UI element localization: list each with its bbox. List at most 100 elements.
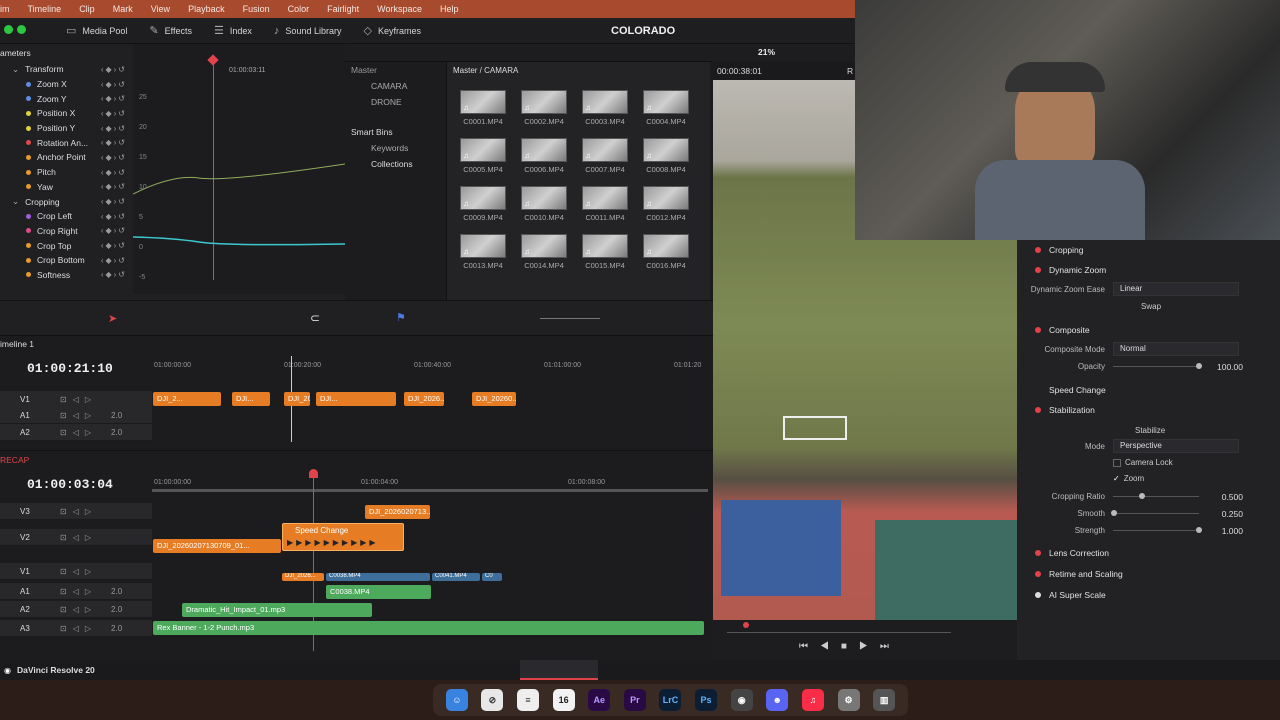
- media-thumbnail[interactable]: C0009.MP4: [453, 186, 513, 222]
- track-header[interactable]: A2 ⊡◁▷ 2.0: [0, 424, 152, 441]
- opacity-slider[interactable]: [1113, 363, 1202, 369]
- zoom-checkbox[interactable]: ✓ Zoom: [1113, 474, 1144, 483]
- photoshop-icon[interactable]: Ps: [695, 689, 718, 711]
- settings-icon[interactable]: ⚙: [837, 689, 860, 711]
- checkbox-icon[interactable]: [1113, 458, 1121, 467]
- keyframe-controls-icon[interactable]: ‹◆›↺: [101, 270, 127, 279]
- transport-controls[interactable]: ⏮◀■▶⏭: [799, 641, 901, 652]
- slider-knob[interactable]: [1196, 527, 1202, 533]
- keyframe-controls-icon[interactable]: ‹◆›↺: [101, 212, 127, 221]
- track-controls-icon[interactable]: ⊡◁▷: [60, 395, 97, 404]
- menu-item[interactable]: Color: [288, 4, 310, 14]
- track-header[interactable]: V3 ⊡◁▷: [0, 503, 152, 520]
- after-effects-icon[interactable]: Ae: [588, 689, 611, 711]
- bin-drone[interactable]: DRONE: [345, 94, 446, 110]
- clip-a1[interactable]: C0038.MP4: [326, 585, 431, 599]
- track-header[interactable]: V2 ⊡◁▷: [0, 529, 152, 546]
- media-thumbnail[interactable]: C0006.MP4: [514, 138, 574, 174]
- zoom-slider[interactable]: [540, 318, 600, 319]
- slider-knob[interactable]: [1111, 510, 1117, 516]
- flag-icon[interactable]: ⚑: [396, 311, 406, 324]
- media-thumbnail[interactable]: C0005.MP4: [453, 138, 513, 174]
- cropping-ratio-value[interactable]: 0.500: [1207, 492, 1243, 502]
- cropping-ratio-slider[interactable]: [1113, 493, 1199, 499]
- clip-v3[interactable]: DJI_2026020713...: [365, 505, 430, 519]
- track-controls-icon[interactable]: ⊡◁▷: [60, 533, 97, 542]
- media-thumbnail[interactable]: C0003.MP4: [575, 90, 635, 126]
- media-pool-button[interactable]: ▭ Media Pool: [66, 24, 127, 37]
- track-controls-icon[interactable]: ⊡◁▷: [60, 567, 97, 576]
- effects-button[interactable]: ✎ Effects: [149, 24, 192, 37]
- enable-dot-icon[interactable]: [1035, 267, 1041, 273]
- stabilization-section[interactable]: Stabilization: [1017, 400, 1280, 420]
- track-header[interactable]: V1 ⊡◁▷: [0, 391, 152, 408]
- media-thumbnail[interactable]: C0016.MP4: [636, 234, 696, 270]
- notes-icon[interactable]: ≡: [517, 689, 540, 711]
- keyframe-controls-icon[interactable]: ‹◆›↺: [101, 241, 127, 250]
- slider-knob[interactable]: [1139, 493, 1145, 499]
- cropping-section[interactable]: Cropping: [1017, 240, 1280, 260]
- timeline-clip[interactable]: DJI_2026...: [404, 392, 444, 406]
- menu-item[interactable]: Playback: [188, 4, 225, 14]
- enable-dot-icon[interactable]: [1035, 247, 1041, 253]
- master-bin[interactable]: Master: [345, 62, 446, 78]
- media-thumbnail[interactable]: C0012.MP4: [636, 186, 696, 222]
- keyframe-controls-icon[interactable]: ‹◆›↺: [101, 197, 127, 206]
- window-control-icon[interactable]: [4, 25, 13, 34]
- media-thumbnail[interactable]: C0002.MP4: [514, 90, 574, 126]
- strength-value[interactable]: 1.000: [1207, 526, 1243, 536]
- keyframe-controls-icon[interactable]: ‹◆›↺: [101, 80, 127, 89]
- clip-a2[interactable]: Dramatic_Hit_Impact_01.mp3: [182, 603, 372, 617]
- track-header[interactable]: A3 ⊡◁▷ 2.0: [0, 620, 152, 637]
- keyframe-controls-icon[interactable]: ‹◆›↺: [101, 124, 127, 133]
- chevron-down-icon[interactable]: ⌄: [12, 196, 19, 207]
- clip-v2[interactable]: DJI_20260207130709_01...: [153, 539, 281, 553]
- track-header[interactable]: V1 ⊡◁▷: [0, 563, 152, 580]
- slider-knob[interactable]: [1196, 363, 1202, 369]
- selection-tool-icon[interactable]: ➤: [108, 312, 117, 325]
- menu-item[interactable]: Mark: [113, 4, 133, 14]
- track-header[interactable]: A1 ⊡◁▷ 2.0: [0, 583, 152, 600]
- timeline-1-ruler[interactable]: 01:00:00:00 01:00:20:00 01:00:40:00 01:01:0…: [152, 362, 708, 376]
- checkmark-icon[interactable]: ✓: [1113, 474, 1120, 483]
- keyframe-controls-icon[interactable]: ‹◆›↺: [101, 226, 127, 235]
- window-control-icon[interactable]: [17, 25, 26, 34]
- keyframe-controls-icon[interactable]: ‹◆›↺: [101, 138, 127, 147]
- track-controls-icon[interactable]: ⊡◁▷: [60, 605, 97, 614]
- playhead-handle[interactable]: [309, 469, 318, 478]
- speed-change-clip[interactable]: Speed Change ▶▶▶▶▶▶▶▶▶▶: [282, 523, 404, 551]
- premiere-icon[interactable]: Pr: [623, 689, 646, 711]
- snap-icon[interactable]: ⊂: [310, 311, 320, 325]
- media-thumbnail[interactable]: C0015.MP4: [575, 234, 635, 270]
- keyframe-controls-icon[interactable]: ‹◆›↺: [101, 109, 127, 118]
- edit-page-tab[interactable]: [520, 660, 598, 680]
- menu-item[interactable]: im: [0, 4, 10, 14]
- timeline-clip[interactable]: DJI_2026...: [284, 392, 310, 406]
- composite-section[interactable]: Composite: [1017, 320, 1280, 340]
- timeline-clip[interactable]: DJI...: [232, 392, 270, 406]
- scrub-bar[interactable]: [727, 632, 951, 633]
- stabilize-button[interactable]: Stabilize: [1135, 426, 1165, 435]
- keyframe-controls-icon[interactable]: ‹◆›↺: [101, 168, 127, 177]
- enable-dot-icon[interactable]: [1035, 327, 1041, 333]
- media-thumbnail[interactable]: C0001.MP4: [453, 90, 513, 126]
- menu-item[interactable]: Timeline: [28, 4, 62, 14]
- opacity-value[interactable]: 100.00: [1207, 362, 1243, 372]
- track-controls-icon[interactable]: ⊡◁▷: [60, 587, 97, 596]
- chevron-down-icon[interactable]: ⌄: [12, 64, 19, 75]
- speed-change-section[interactable]: Speed Change: [1017, 380, 1280, 400]
- lightroom-icon[interactable]: LrC: [659, 689, 682, 711]
- menu-item[interactable]: Fairlight: [327, 4, 359, 14]
- clip-a3[interactable]: Rex Banner - 1-2 Punch.mp3: [153, 621, 704, 635]
- index-button[interactable]: ☰ Index: [214, 24, 252, 37]
- media-thumbnail[interactable]: C0004.MP4: [636, 90, 696, 126]
- track-controls-icon[interactable]: ⊡◁▷: [60, 411, 97, 420]
- dz-ease-dropdown[interactable]: Linear: [1113, 282, 1239, 296]
- dynamic-zoom-section[interactable]: Dynamic Zoom: [1017, 260, 1280, 280]
- retime-section[interactable]: Retime and Scaling: [1017, 564, 1280, 584]
- timeline-clip[interactable]: DJI_2...: [153, 392, 221, 406]
- music-icon[interactable]: ♫: [801, 689, 824, 711]
- clip-v1c[interactable]: C0041.MP4: [432, 573, 480, 581]
- track-controls-icon[interactable]: ⊡◁▷: [60, 624, 97, 633]
- timeline-2-tab[interactable]: RECAP: [0, 455, 29, 465]
